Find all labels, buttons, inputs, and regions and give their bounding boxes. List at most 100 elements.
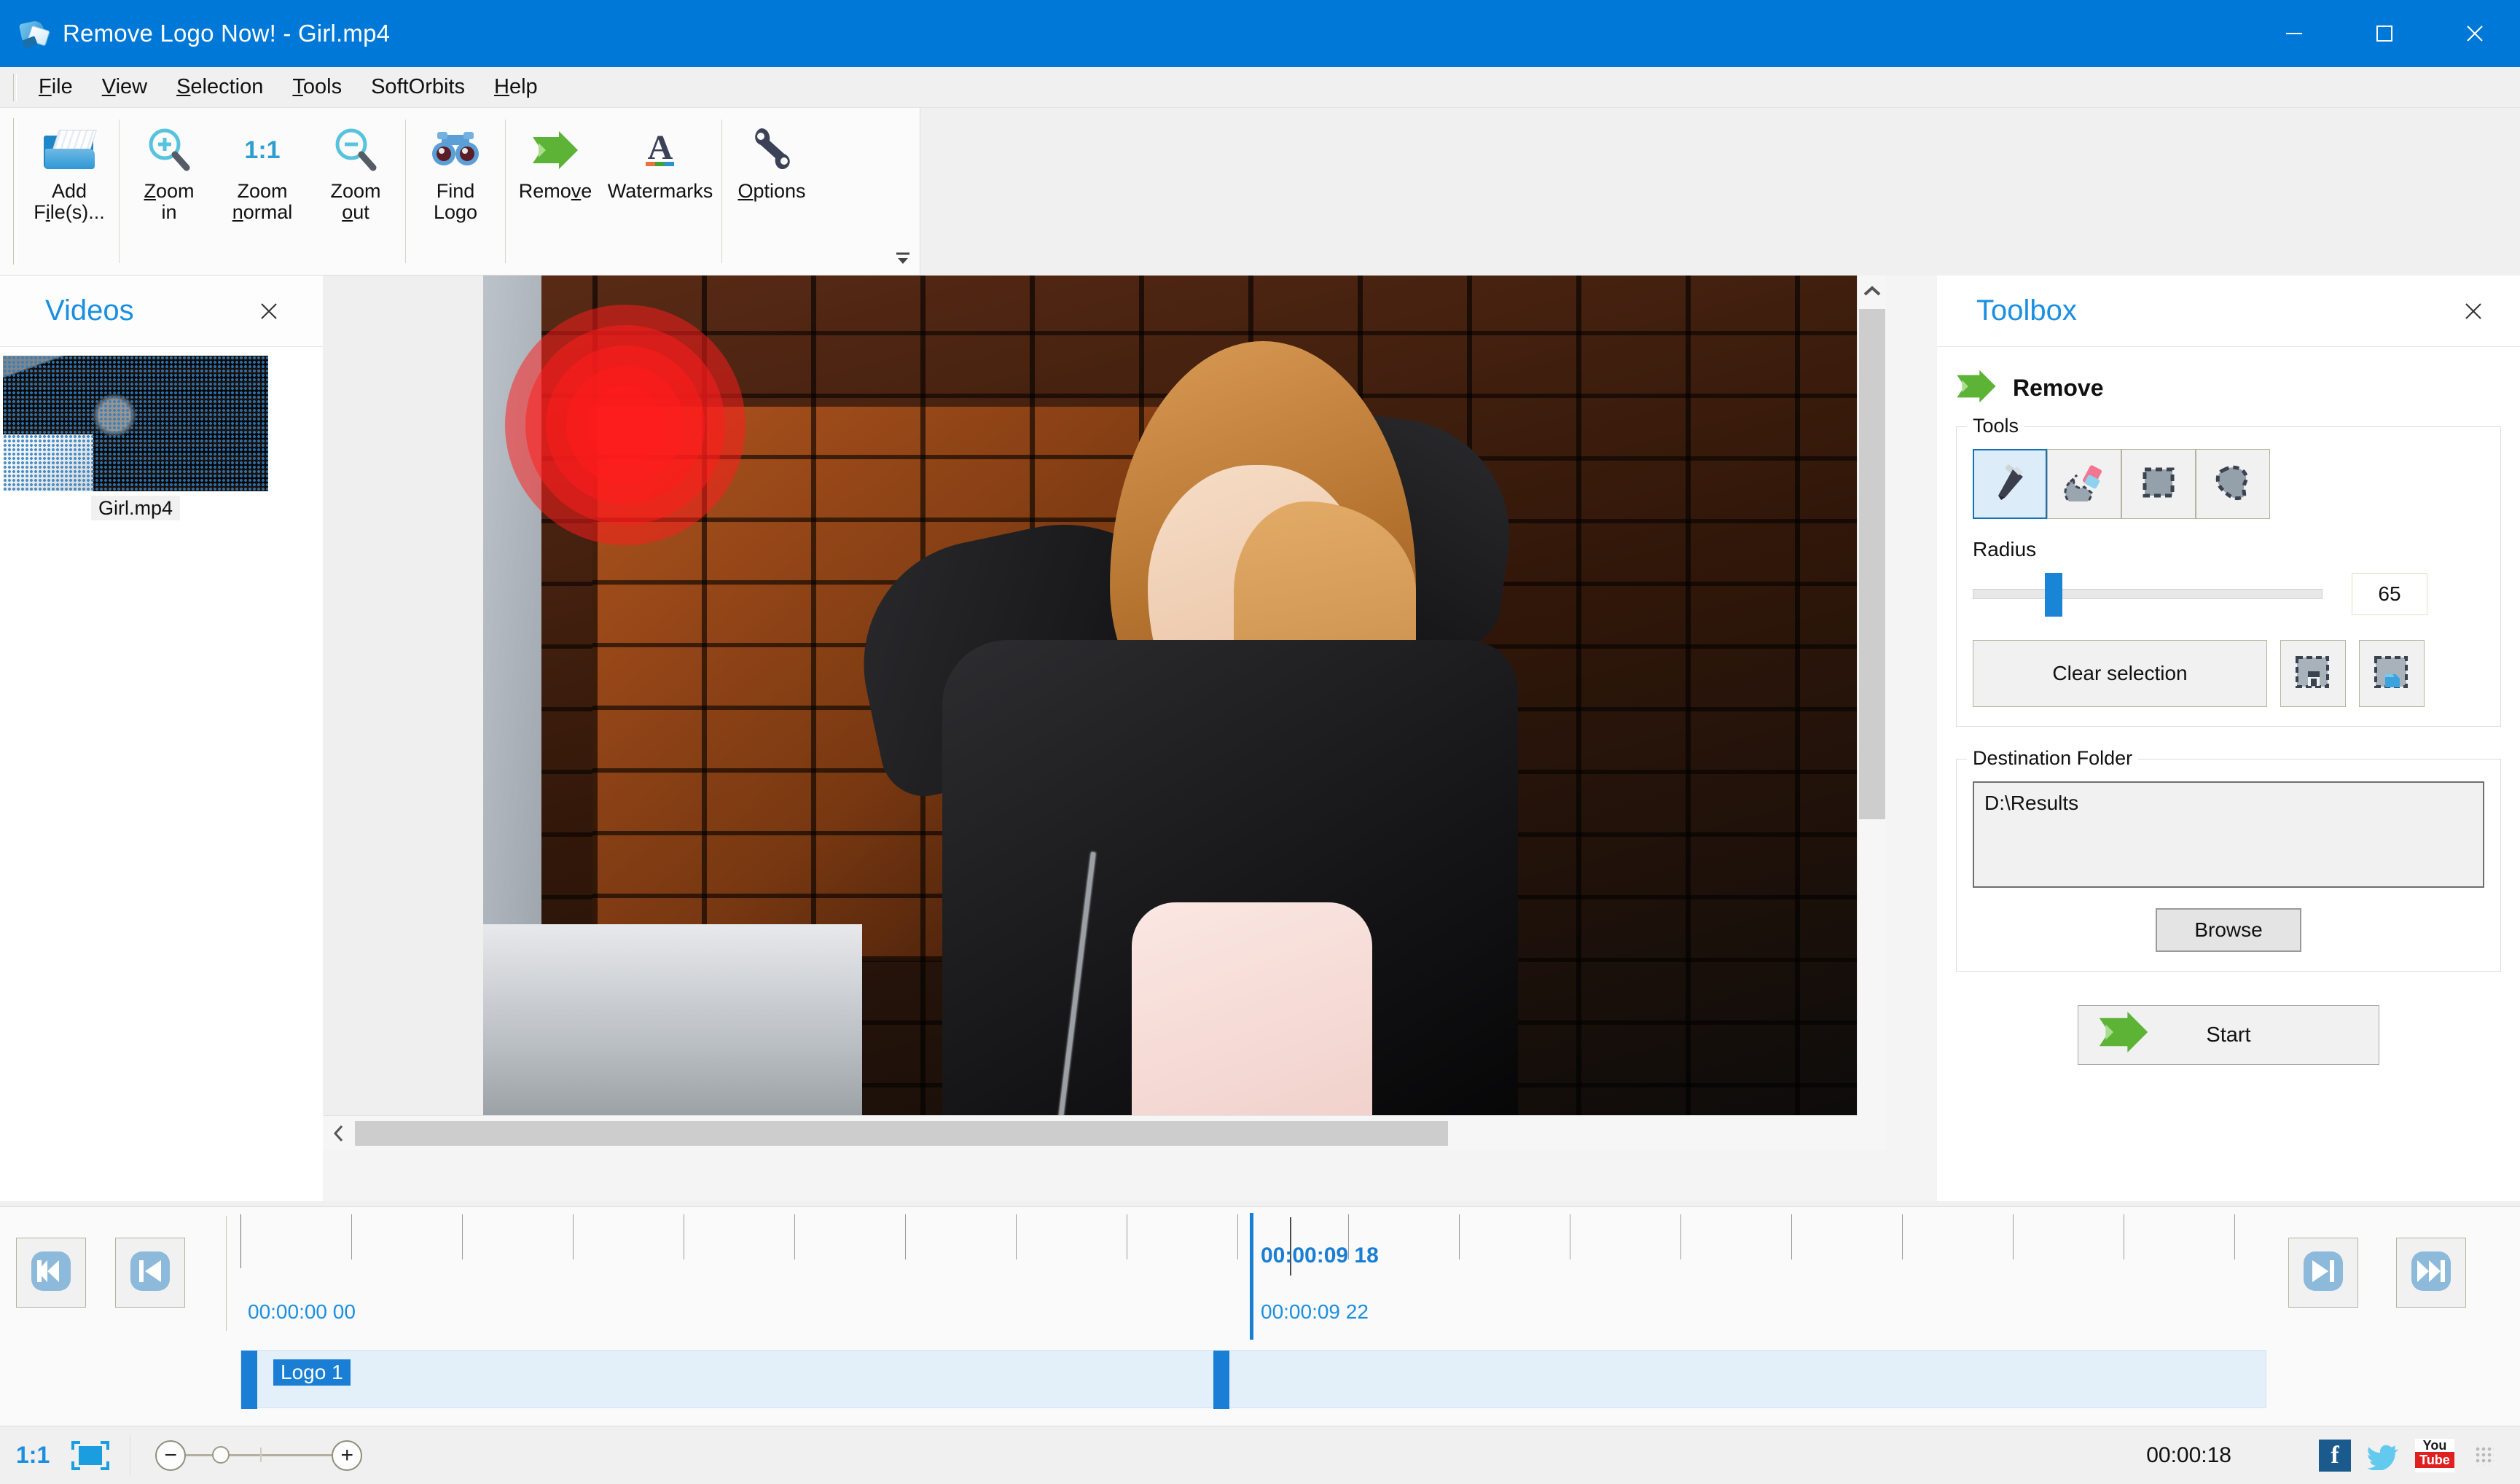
- toolbar-separator: [119, 120, 120, 263]
- scroll-left-chevron-icon[interactable]: [323, 1116, 355, 1151]
- zoom-out-icon: [331, 124, 380, 176]
- clip-right-handle[interactable]: [1213, 1351, 1229, 1409]
- person-subject: [840, 327, 1547, 1150]
- videos-panel-close-icon[interactable]: [254, 297, 283, 326]
- rectangle-select-tool-button[interactable]: [2121, 449, 2196, 519]
- playhead-time-bottom: 00:00:09 22: [1261, 1300, 1369, 1323]
- zoom-slider-midtick: [260, 1448, 262, 1462]
- pencil-icon: [1991, 464, 2029, 505]
- clip-label[interactable]: Logo 1: [273, 1359, 351, 1386]
- menu-gripper[interactable]: [13, 73, 17, 101]
- marker-tool-button[interactable]: [1973, 449, 2047, 519]
- rectangle-select-icon: [2140, 464, 2177, 504]
- go-to-end-button[interactable]: [2396, 1238, 2466, 1308]
- previous-keyframe-button[interactable]: [115, 1238, 185, 1308]
- save-selection-button[interactable]: [2280, 640, 2346, 707]
- eraser-tool-button[interactable]: [2047, 449, 2121, 519]
- video-frame[interactable]: [483, 276, 1886, 1150]
- clear-selection-button[interactable]: Clear selection: [1973, 640, 2267, 707]
- radius-slider[interactable]: [1973, 573, 2323, 617]
- zoom-out-button[interactable]: Zoom out: [309, 108, 402, 275]
- logo-track[interactable]: Logo 1: [240, 1350, 2266, 1409]
- clip-left-handle[interactable]: [241, 1351, 257, 1409]
- zoom-slider-knob[interactable]: [212, 1446, 230, 1464]
- toolbar-separator: [505, 120, 506, 263]
- video-filename: Girl.mp4: [90, 496, 180, 520]
- menu-item-view[interactable]: View: [87, 72, 162, 102]
- toolbox-panel: Toolbox Remove Tools Radius 65 Clear sel…: [1937, 276, 2520, 1201]
- twitter-icon[interactable]: [2367, 1440, 2399, 1472]
- radius-value-input[interactable]: 65: [2352, 573, 2427, 615]
- preview-horizontal-scrollbar[interactable]: [323, 1115, 1886, 1150]
- close-button[interactable]: [2430, 0, 2520, 67]
- add-files-folder-icon: [44, 124, 97, 176]
- title-bar: Remove Logo Now! - Girl.mp4: [0, 0, 2520, 67]
- timeline-ruler[interactable]: 00:00:00 00 00:00:09 18 00:00:09 22: [240, 1207, 2266, 1340]
- start-button[interactable]: Start: [2078, 1005, 2379, 1065]
- preview-canvas[interactable]: [323, 276, 1886, 1150]
- horizontal-scroll-thumb[interactable]: [355, 1120, 1448, 1146]
- green-arrow-icon: [2096, 1010, 2151, 1060]
- toolbox-title: Toolbox: [1976, 294, 2077, 327]
- menu-item-file[interactable]: File: [24, 72, 87, 102]
- videos-panel: Videos Girl.mp4: [0, 276, 323, 1201]
- lasso-select-tool-button[interactable]: [2196, 449, 2270, 519]
- find-logo-button[interactable]: Find Logo: [409, 108, 502, 275]
- destination-folder-caption: Destination Folder: [1967, 747, 2139, 770]
- minimize-button[interactable]: [2249, 0, 2339, 67]
- toolbar-gripper[interactable]: [13, 118, 17, 265]
- selection-brush-mark: [505, 305, 746, 545]
- youtube-icon[interactable]: You Tube: [2415, 1438, 2454, 1472]
- remove-button[interactable]: Remove: [509, 108, 602, 275]
- zoom-slider[interactable]: [186, 1446, 332, 1464]
- destination-path-input[interactable]: D:\Results: [1973, 781, 2484, 888]
- zoom-in-button[interactable]: +: [332, 1440, 363, 1471]
- browse-button[interactable]: Browse: [2156, 908, 2301, 952]
- list-item[interactable]: [3, 356, 268, 491]
- tools-group: Tools Radius 65 Clear selection: [1956, 415, 2501, 727]
- zoom-normal-button[interactable]: 1:1 Zoom normal: [216, 108, 309, 275]
- app-window: Remove Logo Now! - Girl.mp4 File View Se…: [0, 0, 2520, 1484]
- toolbar: Add File(s)... Zoom in 1:1 Zoom normal Z…: [0, 108, 920, 276]
- menu-item-help[interactable]: Help: [480, 72, 552, 102]
- vertical-scroll-thumb[interactable]: [1858, 309, 1885, 819]
- resize-grip-icon[interactable]: [2475, 1445, 2494, 1465]
- scroll-up-chevron-icon[interactable]: [1858, 276, 1887, 308]
- app-logo-icon: [18, 17, 51, 50]
- toolbox-mode-row: Remove: [1954, 369, 2520, 407]
- step-forward-icon: [2298, 1246, 2349, 1300]
- watermarks-button[interactable]: A Watermarks: [602, 108, 719, 275]
- toolbar-group-file: Add File(s)...: [23, 108, 116, 275]
- toolbox-header: Toolbox: [1937, 276, 2520, 347]
- fit-to-window-icon[interactable]: [70, 1440, 111, 1472]
- destination-folder-group: Destination Folder D:\Results Browse: [1956, 747, 2501, 972]
- timeline-playhead[interactable]: [1250, 1213, 1253, 1340]
- radius-slider-row: 65: [1973, 573, 2484, 617]
- zoom-out-button[interactable]: −: [155, 1440, 187, 1471]
- load-selection-button[interactable]: [2359, 640, 2425, 707]
- go-to-start-button[interactable]: [16, 1238, 86, 1308]
- preview-vertical-scrollbar[interactable]: [1857, 276, 1886, 1150]
- window-title: Remove Logo Now! - Girl.mp4: [63, 20, 391, 47]
- list-item-label-wrap: Girl.mp4: [3, 496, 268, 520]
- toolbar-overflow-chevron-down-icon[interactable]: [893, 249, 912, 267]
- facebook-icon[interactable]: f: [2319, 1439, 2351, 1472]
- zoom-in-button[interactable]: Zoom in: [122, 108, 216, 275]
- radius-slider-knob[interactable]: [2045, 573, 2062, 617]
- timeline-gripper[interactable]: [226, 1216, 230, 1331]
- menu-item-selection[interactable]: Selection: [162, 72, 278, 102]
- toolbar-group-options: Options: [725, 108, 818, 275]
- video-list: Girl.mp4: [3, 356, 268, 520]
- toolbar-separator: [721, 120, 722, 263]
- menu-item-tools[interactable]: Tools: [278, 72, 356, 102]
- options-button[interactable]: Options: [725, 108, 818, 275]
- toolbar-group-find: Find Logo: [409, 108, 502, 275]
- tool-buttons-row: [1973, 449, 2484, 519]
- next-keyframe-button[interactable]: [2288, 1238, 2358, 1308]
- scrollbar-corner: [1857, 1115, 1886, 1150]
- toolbar-separator: [405, 120, 406, 263]
- toolbox-close-icon[interactable]: [2459, 297, 2488, 326]
- maximize-button[interactable]: [2339, 0, 2430, 67]
- add-files-button[interactable]: Add File(s)...: [23, 108, 116, 275]
- menu-item-softorbits[interactable]: SoftOrbits: [356, 72, 480, 102]
